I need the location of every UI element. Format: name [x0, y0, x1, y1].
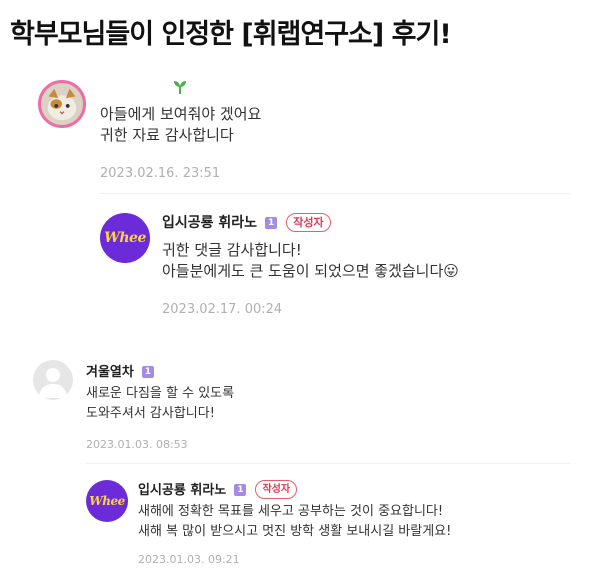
comment-text-line: 귀한 자료 감사합니다: [100, 126, 234, 144]
page-title: 학부모님들이 인정한 [휘랩연구소] 후기!: [10, 19, 452, 50]
reply-text-line: 귀한 댓글 감사합니다!: [162, 241, 302, 259]
whee-logo-avatar[interactable]: Whee: [100, 213, 150, 263]
divider: [100, 193, 570, 194]
reply-date: 2023.01.03. 09:21: [138, 553, 240, 566]
author-name[interactable]: 겨울열차: [86, 365, 134, 380]
author-name[interactable]: 입시공룡 휘라노: [138, 483, 226, 498]
reply-text-line: 새해 복 많이 받으시고 멋진 방학 생활 보내시길 바랄게요!: [138, 524, 452, 539]
comment-item: 아들에게 보여줘야 겠어요 귀한 자료 감사합니다 2023.02.16. 23…: [0, 70, 592, 190]
divider: [86, 463, 570, 464]
whee-logo-avatar[interactable]: Whee: [86, 480, 128, 522]
level-badge: 1: [265, 216, 278, 229]
cat-photo-avatar[interactable]: [38, 80, 86, 128]
reply-item: Whee 입시공룡 휘라노 1 작성자 귀한 댓글 감사합니다! 아들분에게도 …: [0, 200, 592, 330]
reply-date: 2023.02.17. 00:24: [162, 302, 283, 317]
level-badge: 1: [234, 483, 247, 496]
cat-face-icon: [41, 83, 83, 125]
reply-text-line: 새해에 정확한 목표를 세우고 공부하는 것이 중요합니다!: [138, 504, 444, 519]
reply-text: 아들분에게도 큰 도움이 되었으면 좋겠습니다: [162, 262, 444, 280]
author-name[interactable]: 입시공룡 휘라노: [162, 215, 257, 231]
whee-logo-text: Whee: [104, 230, 146, 246]
tongue-emoji-icon: 😛: [443, 262, 459, 280]
reply-text-line: 아들분에게도 큰 도움이 되었으면 좋겠습니다😛: [162, 261, 459, 282]
comment-text-line: 도와주셔서 감사합니다!: [86, 406, 215, 421]
comment-date: 2023.02.16. 23:51: [100, 166, 221, 181]
level-badge: 1: [141, 365, 154, 378]
sprout-icon: [174, 81, 186, 94]
reply-item: Whee 입시공룡 휘라노 1 작성자 새해에 정확한 목표를 세우고 공부하는…: [0, 470, 592, 577]
default-avatar[interactable]: [33, 360, 73, 400]
comment-text-line: 새로운 다짐을 할 수 있도록: [86, 386, 235, 401]
comment-item: 겨울열차 1 새로운 다짐을 할 수 있도록 도와주셔서 감사합니다! 2023…: [0, 350, 592, 460]
comment-text-line: 아들에게 보여줘야 겠어요: [100, 105, 262, 123]
person-silhouette-icon: [39, 368, 67, 398]
author-badge: 작성자: [255, 480, 298, 499]
comment-date: 2023.01.03. 08:53: [86, 438, 188, 451]
author-badge: 작성자: [286, 213, 331, 232]
whee-logo-text: Whee: [89, 494, 125, 508]
